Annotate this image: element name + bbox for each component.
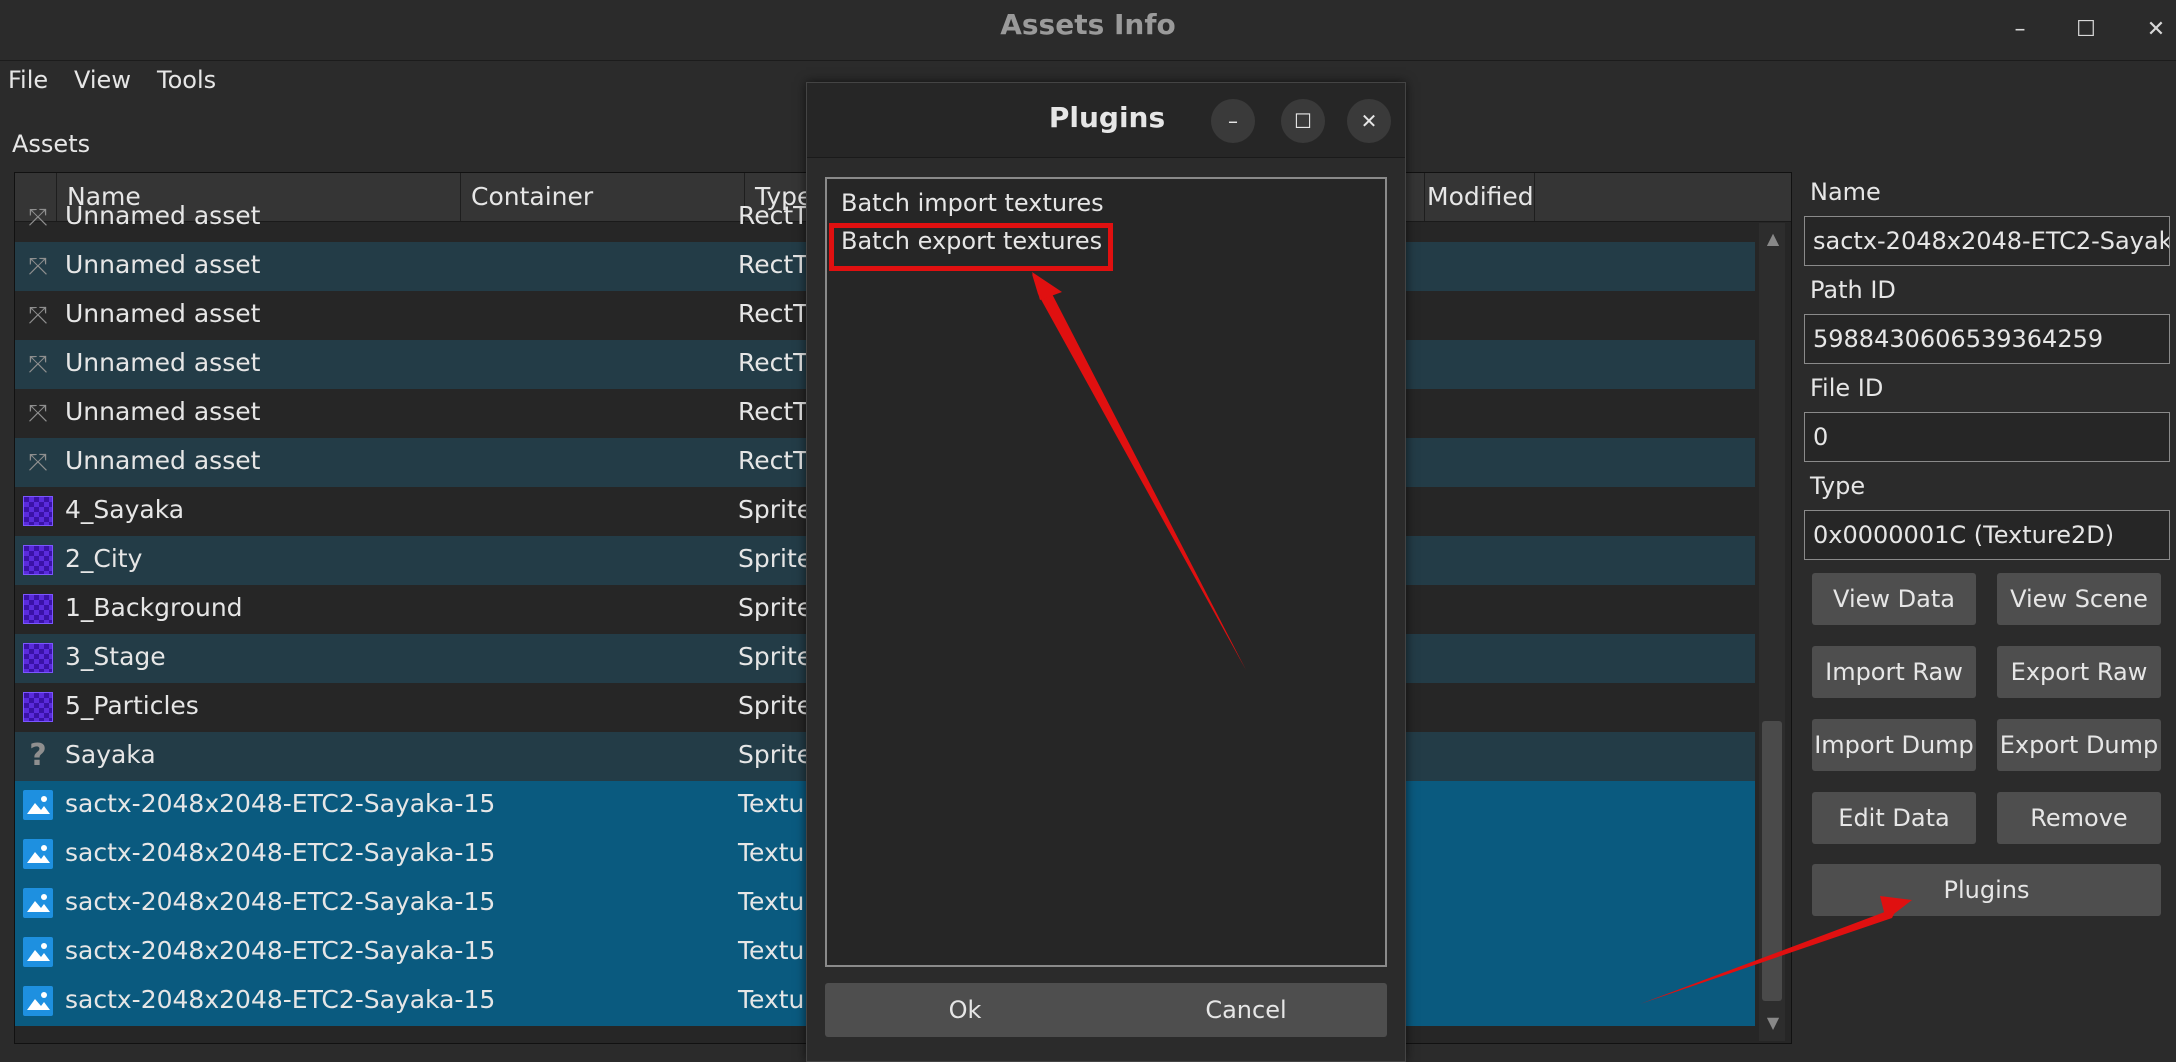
annotation-arrowhead-export: [1032, 272, 1062, 300]
annotation-arrows: [1032, 272, 1912, 1004]
annotation-arrow-to-export: [1032, 274, 1246, 670]
annotation-arrow-to-plugins: [1640, 902, 1900, 1004]
